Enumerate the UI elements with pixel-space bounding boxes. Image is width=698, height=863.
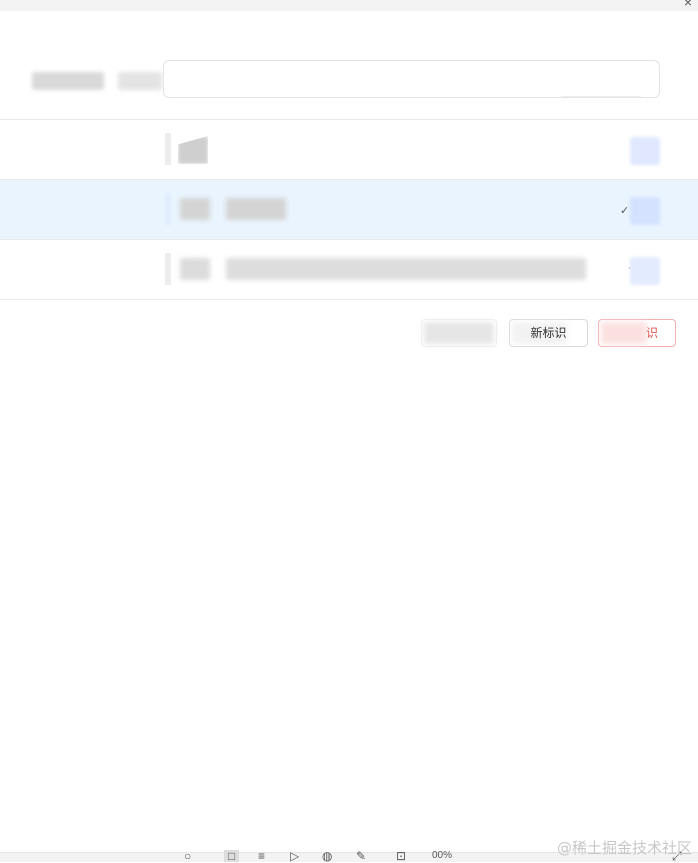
row-thumb [180,258,210,280]
delete-identifier-label: 识 [645,326,658,340]
list-item[interactable]: ✓ [0,180,698,239]
list-item[interactable] [0,120,698,179]
search-icon[interactable]: ○ [184,850,191,862]
row-thumb [180,198,210,220]
row-action-chip[interactable] [630,197,660,225]
play-icon[interactable]: ▷ [290,850,299,862]
watermark: @稀土掘金技术社区 [556,839,692,857]
button-blur [601,322,647,344]
pen-icon[interactable]: ✎ [356,850,366,862]
list-bottom-divider [0,299,698,300]
row-title [226,198,286,220]
list-view-icon[interactable]: ≡ [258,850,265,862]
row-handle[interactable] [165,193,171,225]
row-handle[interactable] [165,133,171,165]
row-action-chip[interactable] [630,257,660,285]
button-blur [424,322,494,344]
filter-label [32,72,104,90]
file-icon [178,136,208,164]
row-title [226,258,586,280]
zoom-level[interactable]: 00% [432,850,452,861]
search-underline [561,96,641,97]
window-title-bar: × [0,0,698,11]
new-identifier-button[interactable]: 新标识 [509,319,588,347]
new-identifier-label: 新标识 [530,326,567,340]
fit-icon[interactable]: ⊡ [396,850,406,862]
list-item[interactable]: · [0,240,698,299]
page-view-icon[interactable]: □ [224,850,240,862]
check-icon: ✓ [620,205,630,217]
secondary-button[interactable] [421,319,497,347]
row-action-chip[interactable] [630,137,660,165]
globe-icon[interactable]: ◍ [322,850,332,862]
row-handle[interactable] [165,253,171,285]
close-icon[interactable]: × [684,0,692,9]
delete-identifier-button[interactable]: 识 [598,319,676,347]
filter-tag[interactable] [118,72,162,90]
search-input[interactable] [163,60,660,98]
